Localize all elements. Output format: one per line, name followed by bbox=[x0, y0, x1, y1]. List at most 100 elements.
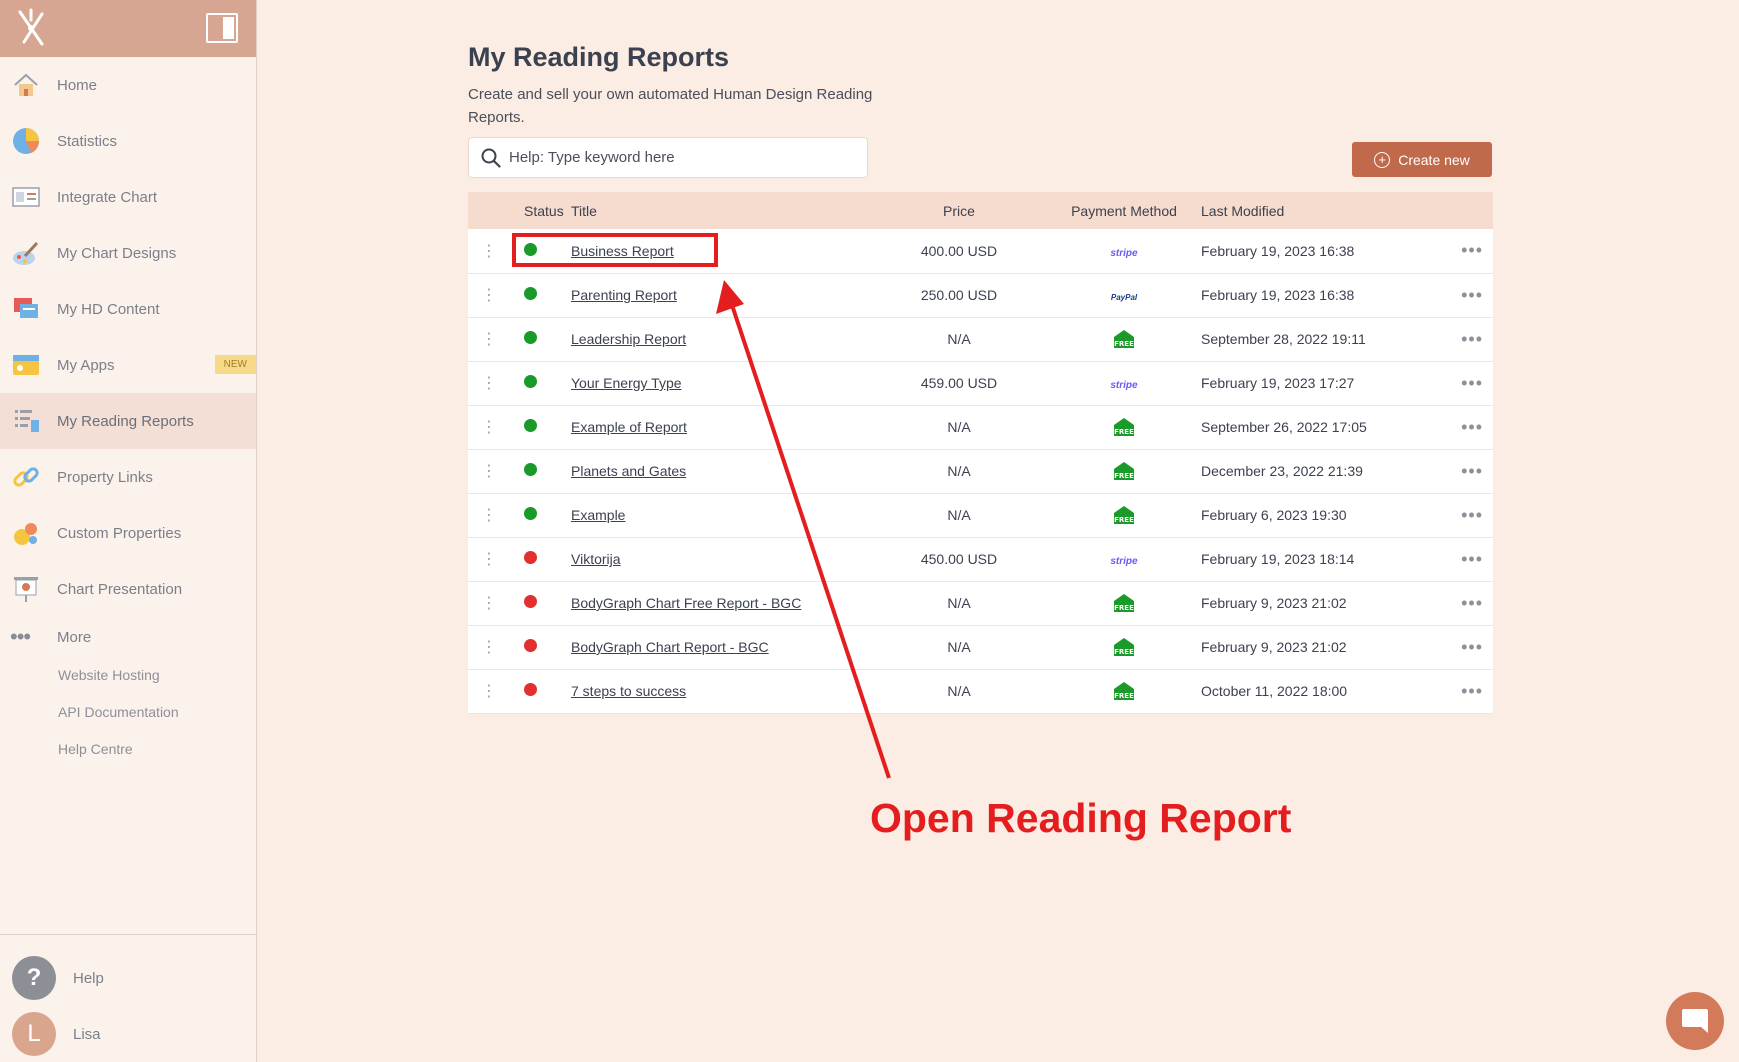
sidebar-item-custom-properties[interactable]: Custom Properties bbox=[0, 505, 256, 561]
column-header-last-modified[interactable]: Last Modified bbox=[1199, 192, 1429, 229]
free-icon: FREE bbox=[1112, 462, 1136, 480]
row-options-icon[interactable]: ••• bbox=[1429, 581, 1493, 625]
status-dot bbox=[524, 375, 537, 388]
help-centre-link[interactable]: Help Centre bbox=[0, 731, 256, 768]
report-title-link[interactable]: Parenting Report bbox=[571, 287, 677, 303]
row-options-icon[interactable]: ••• bbox=[1429, 405, 1493, 449]
sidebar-item-home[interactable]: Home bbox=[0, 57, 256, 113]
report-title-link[interactable]: BodyGraph Chart Free Report - BGC bbox=[571, 595, 801, 611]
row-options-icon[interactable]: ••• bbox=[1429, 625, 1493, 669]
search-box[interactable] bbox=[468, 137, 868, 178]
row-options-icon[interactable]: ••• bbox=[1429, 317, 1493, 361]
stripe-icon: stripe bbox=[1110, 380, 1138, 391]
table-row[interactable]: ⋮ Planets and Gates N/A FREE December 23… bbox=[468, 449, 1493, 493]
row-options-icon[interactable]: ••• bbox=[1429, 449, 1493, 493]
status-dot bbox=[524, 507, 537, 520]
sidebar-item-my-reading-reports[interactable]: My Reading Reports bbox=[0, 393, 256, 449]
last-modified-cell: September 28, 2022 19:11 bbox=[1201, 331, 1366, 347]
column-header-title[interactable]: Title bbox=[569, 192, 869, 229]
user-profile-button[interactable]: L Lisa bbox=[0, 1006, 256, 1062]
last-modified-cell: December 23, 2022 21:39 bbox=[1201, 463, 1363, 479]
last-modified-cell: September 26, 2022 17:05 bbox=[1201, 419, 1367, 435]
row-drag-handle[interactable]: ⋮ bbox=[468, 537, 510, 581]
row-options-icon[interactable]: ••• bbox=[1429, 273, 1493, 317]
row-options-icon[interactable]: ••• bbox=[1429, 493, 1493, 537]
row-drag-handle[interactable]: ⋮ bbox=[468, 493, 510, 537]
row-options-icon[interactable]: ••• bbox=[1429, 537, 1493, 581]
table-row[interactable]: ⋮ Parenting Report 250.00 USD PayPal Feb… bbox=[468, 273, 1493, 317]
row-drag-handle[interactable]: ⋮ bbox=[468, 669, 510, 713]
table-row[interactable]: ⋮ Leadership Report N/A FREE September 2… bbox=[468, 317, 1493, 361]
website-hosting-link[interactable]: Website Hosting bbox=[0, 657, 256, 694]
page-subtitle: Create and sell your own automated Human… bbox=[468, 86, 873, 126]
report-title-link[interactable]: Example bbox=[571, 507, 625, 523]
table-row[interactable]: ⋮ 7 steps to success N/A FREE October 11… bbox=[468, 669, 1493, 713]
row-drag-handle[interactable]: ⋮ bbox=[468, 361, 510, 405]
table-row[interactable]: ⋮ Example of Report N/A FREE September 2… bbox=[468, 405, 1493, 449]
sidebar-collapse-button[interactable] bbox=[206, 13, 238, 43]
table-row[interactable]: ⋮ Example N/A FREE February 6, 2023 19:3… bbox=[468, 493, 1493, 537]
report-title-link[interactable]: Example of Report bbox=[571, 419, 687, 435]
row-drag-handle[interactable]: ⋮ bbox=[468, 625, 510, 669]
integrate-icon bbox=[10, 181, 42, 213]
help-button[interactable]: ? Help bbox=[0, 950, 256, 1006]
column-header-status[interactable]: Status bbox=[510, 192, 569, 229]
api-documentation-link[interactable]: API Documentation bbox=[0, 694, 256, 731]
more-label: More bbox=[57, 628, 92, 646]
report-title-link[interactable]: BodyGraph Chart Report - BGC bbox=[571, 639, 769, 655]
row-drag-handle[interactable]: ⋮ bbox=[468, 405, 510, 449]
report-title-link[interactable]: Your Energy Type bbox=[571, 375, 682, 391]
help-icon: ? bbox=[12, 956, 56, 1000]
svg-text:FREE: FREE bbox=[1114, 604, 1134, 612]
row-options-icon[interactable]: ••• bbox=[1429, 669, 1493, 713]
table-row[interactable]: ⋮ Viktorija 450.00 USD stripe February 1… bbox=[468, 537, 1493, 581]
report-title-link[interactable]: Business Report bbox=[571, 243, 674, 259]
report-title-link[interactable]: Planets and Gates bbox=[571, 463, 686, 479]
column-header-price[interactable]: Price bbox=[869, 192, 1049, 229]
sidebar-item-my-hd-content[interactable]: My HD Content bbox=[0, 281, 256, 337]
svg-text:FREE: FREE bbox=[1114, 428, 1134, 436]
logo-icon[interactable] bbox=[12, 6, 50, 50]
sidebar-item-label: Property Links bbox=[57, 468, 153, 486]
sidebar-item-property-links[interactable]: Property Links bbox=[0, 449, 256, 505]
table-row[interactable]: ⋮ Business Report 400.00 USD stripe Febr… bbox=[468, 229, 1493, 273]
row-drag-handle[interactable]: ⋮ bbox=[468, 581, 510, 625]
chat-button[interactable] bbox=[1666, 992, 1724, 1050]
sidebar-item-label: Statistics bbox=[57, 132, 118, 150]
sidebar-header bbox=[0, 0, 256, 57]
payment-method-cell: stripe bbox=[1049, 537, 1199, 581]
create-new-button[interactable]: + Create new bbox=[1352, 142, 1492, 177]
table-row[interactable]: ⋮ BodyGraph Chart Free Report - BGC N/A … bbox=[468, 581, 1493, 625]
report-title-link[interactable]: 7 steps to success bbox=[571, 683, 686, 699]
apps-icon bbox=[10, 349, 42, 381]
report-title-link[interactable]: Leadership Report bbox=[571, 331, 686, 347]
table-row[interactable]: ⋮ Your Energy Type 459.00 USD stripe Feb… bbox=[468, 361, 1493, 405]
free-icon: FREE bbox=[1112, 330, 1136, 348]
reports-table: Status Title Price Payment Method Last M… bbox=[468, 192, 1493, 714]
row-drag-handle[interactable]: ⋮ bbox=[468, 449, 510, 493]
row-options-icon[interactable]: ••• bbox=[1429, 361, 1493, 405]
search-input[interactable] bbox=[509, 149, 849, 166]
sidebar-item-my-chart-designs[interactable]: My Chart Designs bbox=[0, 225, 256, 281]
row-drag-handle[interactable]: ⋮ bbox=[468, 273, 510, 317]
free-icon: FREE bbox=[1112, 594, 1136, 612]
row-drag-handle[interactable]: ⋮ bbox=[468, 317, 510, 361]
svg-text:FREE: FREE bbox=[1114, 472, 1134, 480]
sidebar-item-label: Custom Properties bbox=[57, 524, 182, 542]
row-options-icon[interactable]: ••• bbox=[1429, 229, 1493, 273]
sidebar-item-chart-presentation[interactable]: Chart Presentation bbox=[0, 561, 256, 617]
last-modified-cell: February 9, 2023 21:02 bbox=[1201, 639, 1347, 655]
sidebar-item-my-apps[interactable]: My Apps NEW bbox=[0, 337, 256, 393]
sidebar-item-integrate-chart[interactable]: Integrate Chart bbox=[0, 169, 256, 225]
sidebar-item-label: Chart Presentation bbox=[57, 580, 183, 598]
sidebar-more[interactable]: ••• More bbox=[0, 617, 256, 657]
column-header-payment-method[interactable]: Payment Method bbox=[1049, 192, 1199, 229]
table-row[interactable]: ⋮ BodyGraph Chart Report - BGC N/A FREE … bbox=[468, 625, 1493, 669]
report-title-link[interactable]: Viktorija bbox=[571, 551, 621, 567]
row-drag-handle[interactable]: ⋮ bbox=[468, 229, 510, 273]
last-modified-cell: February 19, 2023 17:27 bbox=[1201, 375, 1355, 391]
sidebar-item-label: My HD Content bbox=[57, 300, 160, 318]
sidebar-item-statistics[interactable]: Statistics bbox=[0, 113, 256, 169]
status-dot bbox=[524, 419, 537, 432]
status-dot bbox=[524, 595, 537, 608]
